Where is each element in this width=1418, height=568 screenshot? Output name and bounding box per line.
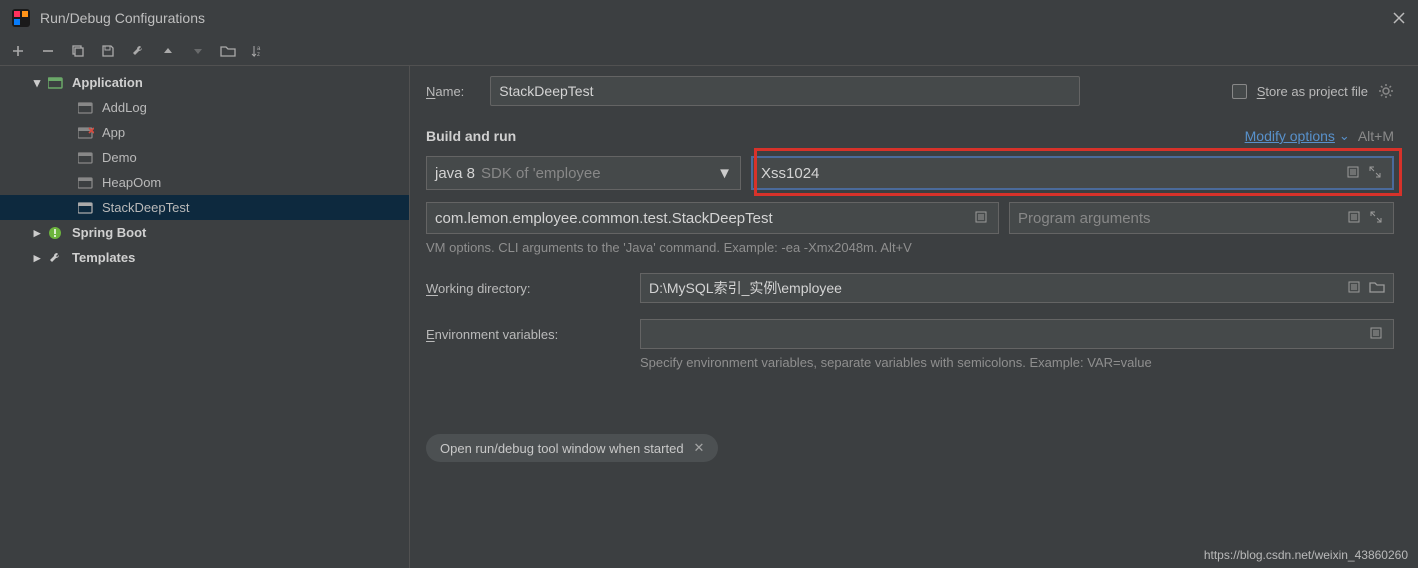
tree-label: Application [72, 75, 143, 90]
tree-item-heapoom[interactable]: HeapOom [0, 170, 409, 195]
remove-icon[interactable] [40, 43, 56, 59]
move-up-icon[interactable] [160, 43, 176, 59]
run-config-error-icon [78, 126, 94, 140]
save-icon[interactable] [100, 43, 116, 59]
modify-shortcut: Alt+M [1358, 128, 1394, 144]
browse-folder-icon[interactable] [1369, 280, 1385, 296]
svg-text:z: z [257, 52, 260, 58]
tree-label: Templates [72, 250, 135, 265]
env-variables-input[interactable] [640, 319, 1394, 349]
open-tool-window-chip[interactable]: Open run/debug tool window when started … [426, 434, 718, 462]
tree-item-addlog[interactable]: AddLog [0, 95, 409, 120]
chevron-down-icon: ▼ [717, 165, 732, 182]
folder-icon[interactable] [220, 43, 236, 59]
config-editor: Name: Store as project file Build and ru… [410, 66, 1418, 568]
window-title: Run/Debug Configurations [40, 10, 1392, 26]
watermark: https://blog.csdn.net/weixin_43860260 [1204, 548, 1408, 562]
tree-item-demo[interactable]: Demo [0, 145, 409, 170]
jdk-select[interactable]: java 8 SDK of 'employee ▼ [426, 156, 741, 190]
tree-label: AddLog [102, 100, 147, 115]
store-as-project-label: Store as project file [1257, 84, 1368, 99]
application-group-icon [48, 76, 64, 90]
close-icon[interactable]: ✕ [694, 440, 705, 456]
vm-options-input[interactable]: Xss1024 [751, 156, 1394, 190]
wrench-icon [48, 251, 64, 265]
main-class-value: com.lemon.employee.common.test.StackDeep… [435, 210, 773, 227]
tree-label: Demo [102, 150, 137, 165]
jdk-module: SDK of 'employee [481, 165, 711, 182]
chevron-down-icon: ▾ [30, 75, 44, 91]
store-as-project-checkbox[interactable] [1232, 84, 1247, 99]
copy-icon[interactable] [70, 43, 86, 59]
jdk-value: java 8 [435, 165, 475, 182]
config-toolbar: az [0, 36, 1418, 66]
wrench-icon[interactable] [130, 43, 146, 59]
run-config-icon [78, 151, 94, 165]
vm-options-value: Xss1024 [761, 165, 819, 182]
name-label: Name: [426, 84, 464, 99]
tree-item-stackdeeptest[interactable]: StackDeepTest [0, 195, 409, 220]
history-icon[interactable] [1347, 280, 1363, 296]
tree-node-templates[interactable]: ▸ Templates [0, 245, 409, 270]
run-config-icon [78, 176, 94, 190]
sort-icon[interactable]: az [250, 43, 266, 59]
chevron-down-icon: ⌄ [1339, 128, 1350, 144]
intellij-logo-icon [12, 9, 30, 27]
history-icon[interactable] [1369, 326, 1385, 342]
tree-node-application[interactable]: ▾ Application [0, 70, 409, 95]
titlebar: Run/Debug Configurations [0, 0, 1418, 36]
tree-item-app[interactable]: App [0, 120, 409, 145]
run-config-icon [78, 201, 94, 215]
history-icon[interactable] [974, 210, 990, 226]
tree-label: App [102, 125, 125, 140]
chevron-right-icon: ▸ [30, 250, 44, 266]
close-icon[interactable] [1392, 11, 1406, 25]
history-icon[interactable] [1347, 210, 1363, 226]
program-arguments-input[interactable]: Program arguments [1009, 202, 1394, 234]
tree-node-springboot[interactable]: ▸ Spring Boot [0, 220, 409, 245]
tree-label: HeapOom [102, 175, 161, 190]
gear-icon[interactable] [1378, 83, 1394, 99]
working-directory-label: Working directory: [426, 281, 640, 296]
spring-boot-icon [48, 226, 64, 240]
modify-options-link[interactable]: Modify options [1245, 128, 1335, 144]
run-config-icon [78, 101, 94, 115]
config-tree: ▾ Application AddLog App Demo HeapOom St… [0, 66, 410, 568]
env-variables-hint: Specify environment variables, separate … [640, 355, 1394, 370]
tree-label: Spring Boot [72, 225, 146, 240]
tree-label: StackDeepTest [102, 200, 189, 215]
vm-options-hint: VM options. CLI arguments to the 'Java' … [426, 240, 1394, 255]
expand-icon[interactable] [1368, 165, 1384, 181]
program-arguments-placeholder: Program arguments [1018, 210, 1151, 227]
history-icon[interactable] [1346, 165, 1362, 181]
expand-icon[interactable] [1369, 210, 1385, 226]
add-icon[interactable] [10, 43, 26, 59]
working-directory-input[interactable]: D:\MySQL索引_实例\employee [640, 273, 1394, 303]
main-class-input[interactable]: com.lemon.employee.common.test.StackDeep… [426, 202, 999, 234]
chevron-right-icon: ▸ [30, 225, 44, 241]
working-directory-value: D:\MySQL索引_实例\employee [649, 278, 842, 298]
name-input[interactable] [490, 76, 1080, 106]
env-variables-label: Environment variables: [426, 327, 640, 342]
section-build-and-run: Build and run [426, 128, 516, 144]
move-down-icon[interactable] [190, 43, 206, 59]
chip-label: Open run/debug tool window when started [440, 441, 684, 456]
